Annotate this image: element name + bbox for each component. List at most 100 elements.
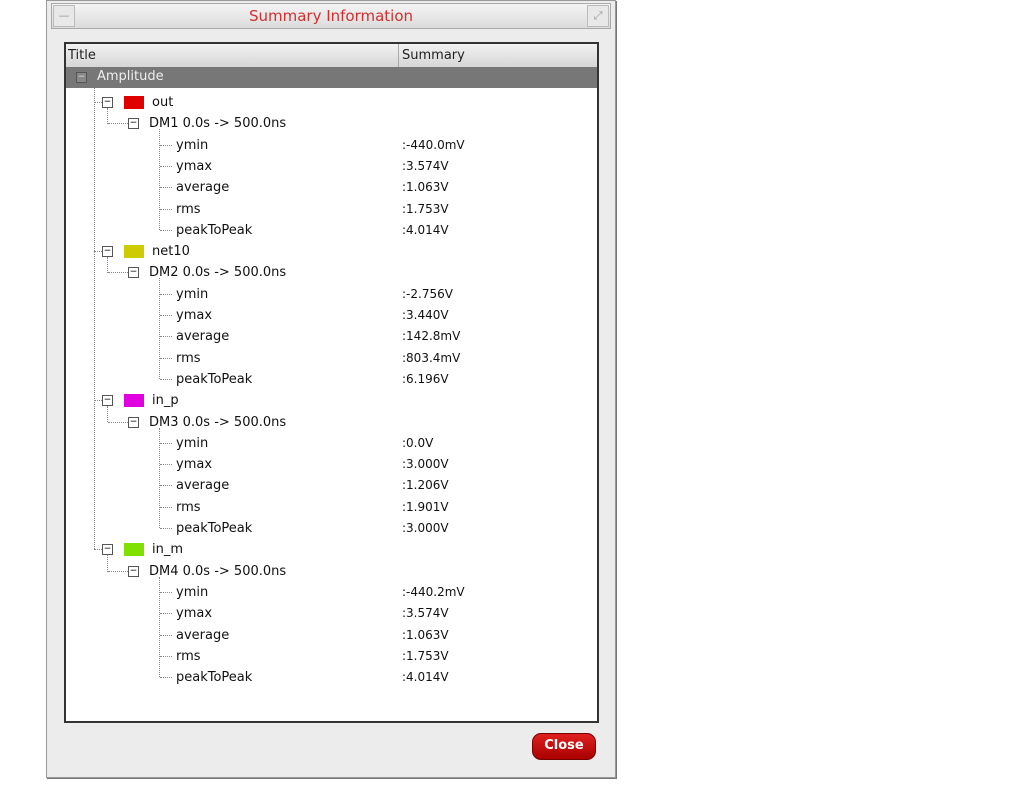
stat-value: :3.000V — [402, 521, 449, 535]
stat-name: average — [176, 478, 230, 494]
signal-color-swatch — [124, 394, 144, 408]
table-header: Title Summary — [66, 44, 597, 67]
stat-name: rms — [176, 648, 201, 664]
data-range-label[interactable]: DM4 0.0s -> 500.0ns — [149, 561, 286, 582]
signal-color-swatch — [124, 96, 144, 109]
stat-value: :1.901V — [402, 499, 449, 514]
tree-connector — [160, 357, 172, 359]
collapse-icon[interactable]: − — [102, 97, 113, 108]
stat-name: average — [176, 329, 230, 345]
tree-connector — [108, 123, 128, 125]
tree-connector — [160, 634, 172, 636]
stat-name: peakToPeak — [176, 371, 253, 387]
stat-value: :0.0V — [402, 435, 434, 450]
stat-value: :1.206V — [402, 478, 449, 493]
data-range-label[interactable]: DM3 0.0s -> 500.0ns — [149, 412, 286, 433]
tree-connector — [159, 576, 160, 678]
tree-connector — [107, 555, 108, 572]
stat-value: :1.753V — [402, 201, 449, 216]
stat-value: :-2.756V — [402, 286, 453, 301]
column-header-summary[interactable]: Summary — [402, 48, 465, 63]
collapse-icon[interactable]: − — [102, 246, 113, 258]
close-button[interactable]: Close — [532, 733, 596, 760]
stat-value: :6.196V — [402, 371, 449, 386]
stat-value: :4.014V — [402, 222, 449, 237]
tree-connector — [160, 336, 172, 338]
stat-value: :3.574V — [402, 606, 449, 621]
stat-name: ymax — [176, 158, 213, 174]
stat-value: :3.574V — [402, 158, 449, 173]
tree-connector — [160, 378, 172, 380]
tree-connector — [94, 88, 95, 550]
stat-value: :1.063V — [402, 627, 449, 642]
stat-name: ymax — [176, 457, 213, 473]
tree-connector — [160, 144, 172, 146]
collapse-icon[interactable]: − — [102, 544, 113, 556]
tree-connector — [160, 293, 172, 295]
stat-name: rms — [176, 499, 201, 515]
tree-connector — [160, 229, 172, 231]
tree-connector — [160, 442, 172, 444]
stat-name: average — [176, 180, 230, 196]
stat-value: :1.753V — [402, 648, 449, 663]
tree-connector — [160, 187, 172, 189]
tree-connector — [160, 506, 172, 508]
signal-label[interactable]: in_p — [152, 390, 179, 411]
data-range-label[interactable]: DM2 0.0s -> 500.0ns — [149, 262, 286, 283]
tree-connector — [160, 485, 172, 487]
stat-name: ymin — [176, 435, 209, 451]
tree-connector — [159, 278, 160, 380]
tree-connector — [160, 464, 172, 466]
tree-connector — [107, 108, 108, 125]
tree-connector — [108, 570, 128, 572]
summary-window: — Summary Information ⤢ Title Summary − … — [46, 0, 616, 778]
stat-value: :142.8mV — [402, 329, 461, 344]
tree-connector — [108, 421, 128, 423]
tree-connector — [160, 528, 172, 529]
stat-name: peakToPeak — [176, 222, 253, 238]
stat-value: :4.014V — [402, 670, 449, 685]
stat-name: ymax — [176, 606, 213, 622]
tree-connector — [160, 613, 172, 615]
signal-label[interactable]: in_m — [152, 539, 183, 560]
column-header-title[interactable]: Title — [68, 48, 96, 63]
collapse-icon[interactable]: − — [76, 72, 87, 83]
tree-connector — [107, 257, 108, 274]
tree-connector — [160, 591, 172, 593]
stat-name: rms — [176, 201, 201, 217]
tree-connector — [160, 208, 172, 210]
collapse-icon[interactable]: − — [128, 118, 139, 130]
collapse-icon[interactable]: − — [128, 267, 139, 279]
stat-name: peakToPeak — [176, 521, 253, 536]
tree-connector — [160, 677, 172, 679]
group-row-amplitude[interactable]: − Amplitude — [66, 67, 597, 88]
window-title: Summary Information — [248, 7, 414, 25]
summary-tree-table: Title Summary − Amplitude − out − DM1 0.0s … — [64, 42, 599, 723]
signal-label[interactable]: out — [152, 92, 173, 113]
stat-value: :3.000V — [402, 457, 449, 472]
stat-name: average — [176, 627, 230, 643]
signal-color-swatch — [124, 245, 144, 259]
collapse-icon[interactable]: − — [128, 416, 139, 428]
collapse-icon[interactable]: − — [102, 395, 113, 407]
tree-connector — [160, 165, 172, 167]
stat-value: :1.063V — [402, 180, 449, 195]
stat-name: ymin — [176, 584, 209, 600]
tree-connector — [159, 427, 160, 529]
maximize-button[interactable]: ⤢ — [587, 5, 609, 27]
data-range-label[interactable]: DM1 0.0s -> 500.0ns — [149, 113, 286, 134]
signal-color-swatch — [124, 543, 144, 557]
tree-connector — [107, 406, 108, 423]
stat-name: ymin — [176, 137, 209, 153]
collapse-icon[interactable]: − — [128, 565, 139, 577]
tree-connector — [160, 655, 172, 657]
stat-value: :3.440V — [402, 308, 449, 322]
signal-label[interactable]: net10 — [152, 241, 190, 262]
tree-connector — [160, 315, 172, 316]
stat-name: rms — [176, 350, 201, 366]
stat-name: ymin — [176, 286, 209, 302]
stat-name: peakToPeak — [176, 670, 253, 686]
stat-value: :-440.2mV — [402, 584, 465, 599]
stat-name: ymax — [176, 308, 213, 323]
title-bar: — Summary Information ⤢ — [51, 3, 611, 29]
